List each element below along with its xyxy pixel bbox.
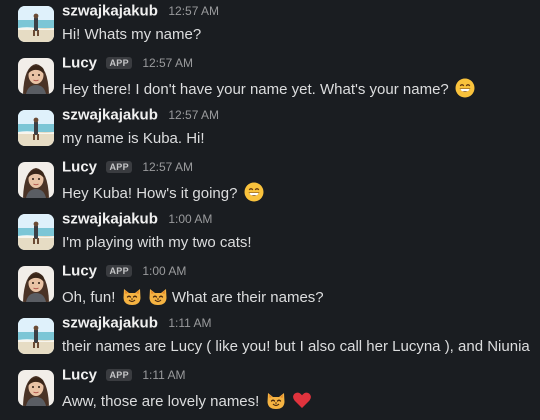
avatar[interactable] bbox=[18, 162, 54, 198]
message-text: Hey there! I don't have your name yet. W… bbox=[62, 78, 475, 102]
app-badge: APP bbox=[106, 264, 132, 277]
message-header: Lucy APP 12:57 AM bbox=[62, 54, 193, 74]
app-badge: APP bbox=[106, 160, 132, 173]
app-badge: APP bbox=[106, 56, 132, 69]
message-item[interactable]: szwajkajakub 12:57 AM my name is Kuba. H… bbox=[0, 104, 540, 156]
message-header: szwajkajakub 1:00 AM bbox=[62, 210, 212, 230]
message-header: szwajkajakub 12:57 AM bbox=[62, 2, 219, 22]
timestamp[interactable]: 1:00 AM bbox=[142, 264, 186, 278]
message-body-end: What are their names? bbox=[171, 289, 324, 306]
avatar[interactable] bbox=[18, 214, 54, 250]
message-text: their names are Lucy ( like you! but I a… bbox=[62, 338, 530, 355]
timestamp[interactable]: 1:11 AM bbox=[168, 316, 211, 330]
timestamp[interactable]: 1:11 AM bbox=[142, 368, 185, 382]
message-feed: szwajkajakub 12:57 AM Hi! Whats my name?… bbox=[0, 0, 540, 420]
timestamp[interactable]: 1:00 AM bbox=[168, 212, 212, 226]
red-heart-icon bbox=[292, 390, 312, 414]
message-item[interactable]: szwajkajakub 12:57 AM Hi! Whats my name? bbox=[0, 0, 540, 52]
message-item[interactable]: Lucy APP 1:00 AM Oh, fun! What are their… bbox=[0, 260, 540, 312]
message-body: my name is Kuba. Hi! bbox=[62, 130, 205, 147]
message-text: I'm playing with my two cats! bbox=[62, 234, 252, 251]
grinning-face-icon bbox=[455, 78, 475, 102]
author-name[interactable]: szwajkajakub bbox=[62, 210, 158, 227]
message-header: szwajkajakub 12:57 AM bbox=[62, 106, 219, 126]
message-body-start: Oh, fun! bbox=[62, 289, 116, 306]
message-item[interactable]: Lucy APP 12:57 AM Hey Kuba! How's it goi… bbox=[0, 156, 540, 208]
timestamp[interactable]: 12:57 AM bbox=[168, 4, 219, 18]
message-header: Lucy APP 1:00 AM bbox=[62, 262, 186, 282]
avatar[interactable] bbox=[18, 6, 54, 42]
cat-face-icon bbox=[148, 286, 168, 310]
avatar[interactable] bbox=[18, 370, 54, 406]
avatar[interactable] bbox=[18, 266, 54, 302]
message-body: Hey Kuba! How's it going? bbox=[62, 185, 238, 202]
avatar[interactable] bbox=[18, 318, 54, 354]
message-header: szwajkajakub 1:11 AM bbox=[62, 314, 211, 334]
author-name[interactable]: Lucy bbox=[62, 54, 97, 71]
author-name[interactable]: Lucy bbox=[62, 262, 97, 279]
grinning-face-icon bbox=[244, 182, 264, 206]
app-badge: APP bbox=[106, 368, 132, 381]
timestamp[interactable]: 12:57 AM bbox=[168, 108, 219, 122]
author-name[interactable]: Lucy bbox=[62, 158, 97, 175]
avatar[interactable] bbox=[18, 58, 54, 94]
message-body: I'm playing with my two cats! bbox=[62, 234, 252, 251]
message-text: Hey Kuba! How's it going? bbox=[62, 182, 264, 206]
message-header: Lucy APP 12:57 AM bbox=[62, 158, 193, 178]
message-header: Lucy APP 1:11 AM bbox=[62, 366, 185, 386]
message-item[interactable]: Lucy APP 12:57 AM Hey there! I don't hav… bbox=[0, 52, 540, 104]
timestamp[interactable]: 12:57 AM bbox=[142, 56, 193, 70]
message-text: Oh, fun! What are their names? bbox=[62, 286, 324, 310]
author-name[interactable]: szwajkajakub bbox=[62, 2, 158, 19]
message-body: their names are Lucy ( like you! but I a… bbox=[62, 338, 530, 355]
message-body: Aww, those are lovely names! bbox=[62, 393, 260, 410]
message-body: Hi! Whats my name? bbox=[62, 26, 202, 43]
message-item[interactable]: szwajkajakub 1:00 AM I'm playing with my… bbox=[0, 208, 540, 260]
avatar[interactable] bbox=[18, 110, 54, 146]
cat-face-icon bbox=[266, 390, 286, 414]
cat-face-icon bbox=[122, 286, 142, 310]
message-text: Aww, those are lovely names! bbox=[62, 390, 312, 414]
author-name[interactable]: szwajkajakub bbox=[62, 106, 158, 123]
timestamp[interactable]: 12:57 AM bbox=[142, 160, 193, 174]
author-name[interactable]: szwajkajakub bbox=[62, 314, 158, 331]
message-text: my name is Kuba. Hi! bbox=[62, 130, 205, 147]
message-item[interactable]: szwajkajakub 1:11 AM their names are Luc… bbox=[0, 312, 540, 364]
message-body: Hey there! I don't have your name yet. W… bbox=[62, 81, 449, 98]
author-name[interactable]: Lucy bbox=[62, 366, 97, 383]
message-item[interactable]: Lucy APP 1:11 AM Aww, those are lovely n… bbox=[0, 364, 540, 416]
message-text: Hi! Whats my name? bbox=[62, 26, 201, 43]
